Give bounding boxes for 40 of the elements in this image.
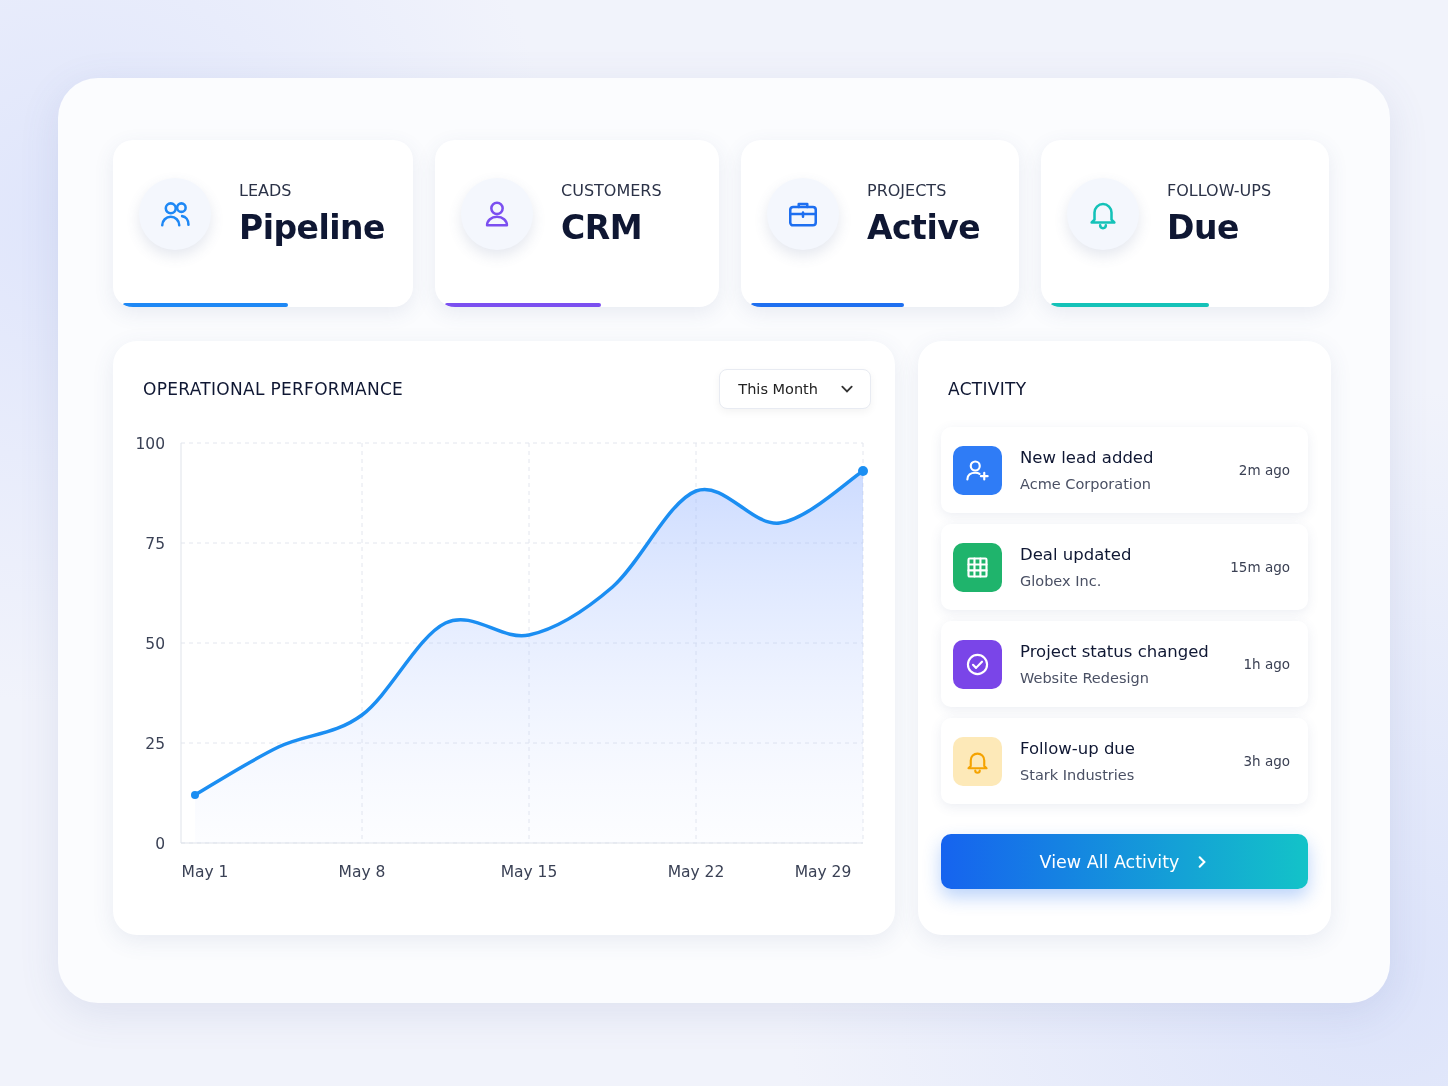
stat-value: Pipeline: [239, 207, 385, 247]
activity-time: 15m ago: [1230, 559, 1290, 575]
y-tick-label: 75: [145, 535, 165, 553]
x-tick-label: May 29: [794, 863, 852, 881]
activity-subtitle: Website Redesign: [1020, 670, 1150, 686]
activity-item[interactable]: Project status changed Website Redesign 1h ago: [941, 621, 1308, 707]
x-tick-label: May 8: [338, 863, 386, 881]
stat-label: PROJECTS: [867, 180, 948, 200]
activity-subtitle: Globex Inc.: [1020, 573, 1103, 589]
chart-title: OPERATIONAL PERFORMANCE: [143, 379, 404, 399]
y-tick-label: 25: [145, 735, 165, 753]
stat-value: Due: [1167, 207, 1240, 247]
activity-time: 3h ago: [1243, 753, 1290, 769]
period-dropdown[interactable]: This Month: [719, 369, 871, 409]
stat-label: CUSTOMERS: [561, 180, 662, 200]
activity-item[interactable]: Follow-up due Stark Industries 3h ago: [941, 718, 1308, 804]
activity-time: 2m ago: [1238, 462, 1290, 478]
activity-subtitle: Stark Industries: [1020, 767, 1136, 783]
activity-title-text: New lead added: [1020, 448, 1155, 467]
activity-item[interactable]: Deal updated Globex Inc. 15m ago: [941, 524, 1308, 610]
stat-label: FOLLOW-UPS: [1167, 180, 1272, 200]
activity-title-text: Follow-up due: [1020, 739, 1136, 758]
activity-item[interactable]: New lead added Acme Corporation 2m ago: [941, 427, 1308, 513]
y-tick-label: 100: [135, 435, 165, 453]
y-tick-label: 0: [155, 835, 165, 853]
y-tick-label: 50: [145, 635, 165, 653]
activity-title: ACTIVITY: [948, 379, 1028, 399]
data-point: [191, 791, 199, 799]
view-all-button[interactable]: View All Activity: [941, 834, 1308, 889]
stat-value: CRM: [561, 207, 643, 247]
x-tick-label: May 1: [181, 863, 229, 881]
x-tick-label: May 15: [500, 863, 558, 881]
stat-label: LEADS: [239, 180, 293, 200]
activity-subtitle: Acme Corporation: [1020, 476, 1152, 492]
activity-time: 1h ago: [1243, 656, 1290, 672]
data-point: [858, 466, 868, 476]
x-tick-label: May 22: [667, 863, 725, 881]
stat-value: Active: [867, 207, 981, 247]
activity-title-text: Deal updated: [1020, 545, 1133, 564]
activity-title-text: Project status changed: [1020, 642, 1210, 661]
